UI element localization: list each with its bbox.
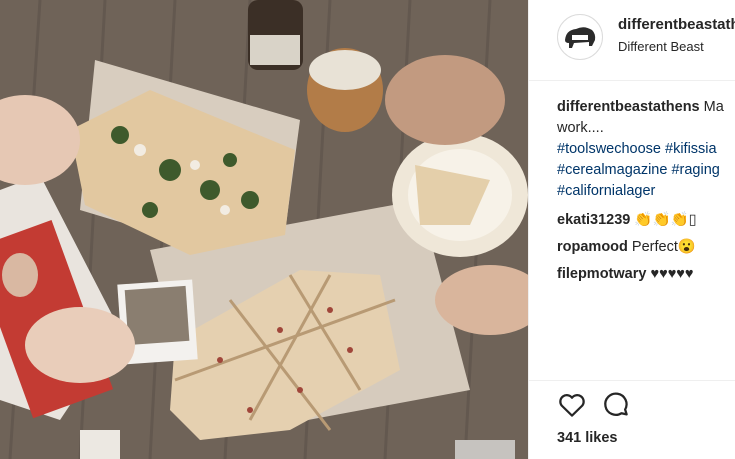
heart-icon[interactable] xyxy=(557,390,587,420)
avatar[interactable] xyxy=(557,14,603,60)
comment-item: ropamood Perfect😮 xyxy=(557,238,696,255)
caption-text-line1: Ma xyxy=(703,99,724,115)
hashtag-line[interactable]: #californialager xyxy=(557,181,735,202)
post-actions xyxy=(557,390,631,420)
comment-username[interactable]: filepmotwary xyxy=(557,266,646,282)
post-side-panel: differentbeastathens Different Beast dif… xyxy=(528,0,735,459)
comment-text: 👏👏👏▯ xyxy=(634,212,697,228)
bison-logo-icon xyxy=(565,27,596,48)
hashtag-line[interactable]: #cerealmagazine #raging xyxy=(557,160,735,181)
post-header: differentbeastathens Different Beast xyxy=(529,0,735,81)
comment-icon[interactable] xyxy=(601,390,631,420)
hashtag-line[interactable]: #toolswechoose #kifissia xyxy=(557,139,735,160)
comment-text: ♥♥♥♥♥ xyxy=(650,266,694,282)
divider xyxy=(529,380,735,381)
comment-text: Perfect😮 xyxy=(631,239,696,255)
post-photo[interactable] xyxy=(0,0,528,459)
display-name: Different Beast xyxy=(618,39,704,54)
caption-username[interactable]: differentbeastathens xyxy=(557,99,700,115)
username-link[interactable]: differentbeastathens xyxy=(618,16,735,33)
comment-username[interactable]: ropamood xyxy=(557,239,628,255)
comment-item: filepmotwary ♥♥♥♥♥ xyxy=(557,266,694,282)
comment-item: ekati31239 👏👏👏▯ xyxy=(557,211,697,228)
likes-count[interactable]: 341 likes xyxy=(557,430,617,446)
comment-username[interactable]: ekati31239 xyxy=(557,212,630,228)
post-photo-image xyxy=(0,0,528,459)
caption-text-line2: work.... xyxy=(557,120,604,136)
post-caption: differentbeastathens Ma work.... #toolsw… xyxy=(557,97,735,202)
